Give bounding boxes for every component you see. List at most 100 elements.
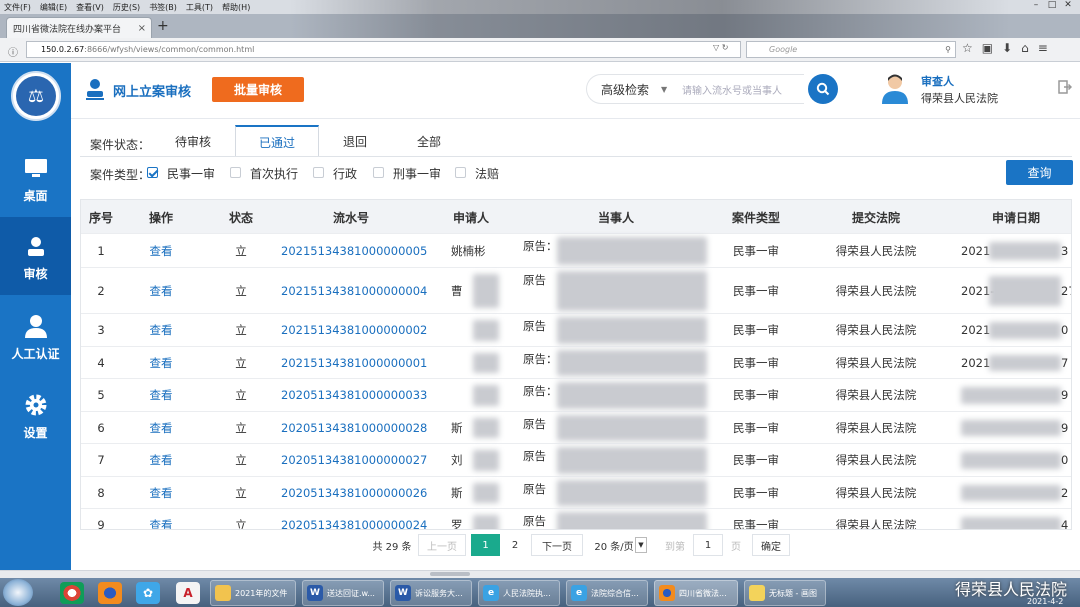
chrome-icon[interactable] xyxy=(60,582,84,604)
view-link[interactable]: 查看 xyxy=(131,485,191,501)
sidebar-item-review[interactable]: 审核 xyxy=(0,217,71,295)
sidebar-item-desktop[interactable]: 桌面 xyxy=(0,139,71,217)
user-role: 审查人 xyxy=(921,75,954,88)
checkbox-label: 民事一审 xyxy=(167,167,216,181)
task-ie-1[interactable]: e 人民法院执... xyxy=(478,580,560,606)
task-word-1[interactable]: W 送达回证.w... xyxy=(302,580,384,606)
bookmark-star-icon[interactable]: ☆ xyxy=(962,41,973,55)
avatar[interactable] xyxy=(880,72,910,104)
site-info-icon[interactable]: ⓘ xyxy=(8,44,18,59)
browser-search-input[interactable]: Google ⚲ xyxy=(746,41,956,58)
reload-icon[interactable]: ▽ ↻ xyxy=(713,43,728,52)
cell-no: 2 xyxy=(97,283,105,298)
prev-page-button[interactable]: 上一页 xyxy=(418,534,466,556)
cell-court: 得荣县人民法院 xyxy=(835,517,917,530)
horizontal-scrollbar[interactable] xyxy=(0,570,1080,578)
view-link[interactable]: 查看 xyxy=(131,322,191,338)
serial-link[interactable]: 20205134381000000033 xyxy=(281,388,427,402)
magnifier-icon[interactable]: ⚲ xyxy=(945,45,951,54)
task-folder[interactable]: 2021年的文件 xyxy=(210,580,296,606)
page-1-button[interactable]: 1 xyxy=(471,534,500,556)
query-button[interactable]: 查询 xyxy=(1006,160,1073,185)
cell-party: 原告 xyxy=(523,514,546,528)
view-link[interactable]: 查看 xyxy=(131,387,191,403)
menu-help[interactable]: 帮助(H) xyxy=(222,2,250,13)
view-link[interactable]: 查看 xyxy=(131,283,191,299)
serial-link[interactable]: 20205134381000000026 xyxy=(281,486,427,500)
cell-no: 5 xyxy=(97,388,105,402)
browser-search-placeholder: Google xyxy=(769,45,798,54)
menu-file[interactable]: 文件(F) xyxy=(4,2,31,13)
menu-view[interactable]: 查看(V) xyxy=(76,2,104,13)
advanced-search-dropdown[interactable]: 高级检索 ▼ xyxy=(586,74,674,104)
per-page-select[interactable]: 20 条/页 xyxy=(594,534,634,556)
serial-link[interactable]: 20215134381000000002 xyxy=(281,323,427,337)
caret-down-icon[interactable]: ▼ xyxy=(635,537,647,553)
tab-close-icon[interactable]: × xyxy=(138,23,146,34)
ie-icon: e xyxy=(483,585,499,601)
flower-app-icon[interactable]: ✿ xyxy=(136,582,160,604)
menu-tools[interactable]: 工具(T) xyxy=(186,2,213,13)
checkbox-label: 法赔 xyxy=(475,167,500,181)
tab-all[interactable]: 全部 xyxy=(404,125,454,157)
menu-icon[interactable]: ≡ xyxy=(1038,41,1048,55)
view-link[interactable]: 查看 xyxy=(131,517,191,530)
close-icon[interactable]: ✕ xyxy=(1060,0,1076,14)
serial-link[interactable]: 20205134381000000027 xyxy=(281,453,427,467)
serial-link[interactable]: 2021513438100000000​5 xyxy=(281,244,427,258)
view-link[interactable]: 查看 xyxy=(131,355,191,371)
task-word-2[interactable]: W 诉讼服务大... xyxy=(390,580,472,606)
checkbox-civil-first[interactable] xyxy=(147,167,158,178)
next-page-button[interactable]: 下一页 xyxy=(531,534,583,556)
tab-pending[interactable]: 待审核 xyxy=(160,125,226,157)
minimize-icon[interactable]: – xyxy=(1028,0,1044,14)
menu-bookmarks[interactable]: 书签(B) xyxy=(149,2,177,13)
scrollbar-thumb[interactable] xyxy=(430,572,470,576)
start-button[interactable] xyxy=(3,579,33,606)
col-court: 提交法院 xyxy=(851,211,900,225)
checkbox-criminal-first[interactable] xyxy=(373,167,384,178)
checkbox-administrative[interactable] xyxy=(313,167,324,178)
view-link[interactable]: 查看 xyxy=(131,243,191,259)
clipboard-icon[interactable]: ▣ xyxy=(982,41,993,55)
sidebar-item-manual-auth[interactable]: 人工认证 xyxy=(0,297,71,375)
view-link[interactable]: 查看 xyxy=(131,452,191,468)
pdf-icon[interactable]: A xyxy=(176,582,200,604)
col-applicant: 申请人 xyxy=(452,211,489,225)
browser-tab[interactable]: 四川省微法院在线办案平台 × xyxy=(6,17,152,38)
maximize-icon[interactable]: □ xyxy=(1044,0,1060,14)
cell-case-type: 民事一审 xyxy=(733,517,779,530)
menu-edit[interactable]: 编辑(E) xyxy=(40,2,67,13)
view-link[interactable]: 查看 xyxy=(131,420,191,436)
task-firefox[interactable]: 四川省微法... xyxy=(654,580,738,606)
tab-approved[interactable]: 已通过 xyxy=(235,125,319,157)
goto-page-input[interactable]: 1 xyxy=(693,534,723,556)
task-ie-2[interactable]: e 法院综合信... xyxy=(566,580,648,606)
address-bar[interactable]: 150.0.2.67:8666/wfysh/views/common/commo… xyxy=(26,41,741,58)
download-icon[interactable]: ⬇ xyxy=(1002,41,1012,55)
search-button[interactable] xyxy=(808,74,838,104)
search-input[interactable]: 请输入流水号或当事人 xyxy=(674,74,804,104)
table-row: 8 查看立 20205134381000000026 民事一审 得荣县人民法院斯原告 2 xyxy=(81,476,1071,508)
tab-returned[interactable]: 退回 xyxy=(330,125,380,157)
cell-party: 原告 xyxy=(523,319,546,333)
task-paint[interactable]: 无标题 - 画图 xyxy=(744,580,826,606)
page-2-button[interactable]: 2 xyxy=(506,534,524,556)
serial-link[interactable]: 20215134381000000004 xyxy=(281,284,427,298)
batch-review-button[interactable]: 批量审核 xyxy=(212,77,304,102)
firefox-icon[interactable] xyxy=(98,582,122,604)
cell-status: 立 xyxy=(235,243,247,258)
sidebar-item-settings[interactable]: 设置 xyxy=(0,376,71,454)
checkbox-state-compensation[interactable] xyxy=(455,167,466,178)
serial-link[interactable]: 20215134381000000001 xyxy=(281,356,427,370)
checkbox-first-execution[interactable] xyxy=(230,167,241,178)
logout-icon[interactable] xyxy=(1058,80,1073,97)
goto-confirm-button[interactable]: 确定 xyxy=(752,534,790,556)
search-icon xyxy=(816,82,830,96)
home-icon[interactable]: ⌂ xyxy=(1021,41,1029,55)
serial-link[interactable]: 20205134381000000028 xyxy=(281,421,427,435)
serial-link[interactable]: 20205134381000000024 xyxy=(281,518,427,530)
new-tab-icon[interactable]: + xyxy=(157,18,169,34)
person-icon xyxy=(24,311,48,341)
menu-history[interactable]: 历史(S) xyxy=(113,2,140,13)
